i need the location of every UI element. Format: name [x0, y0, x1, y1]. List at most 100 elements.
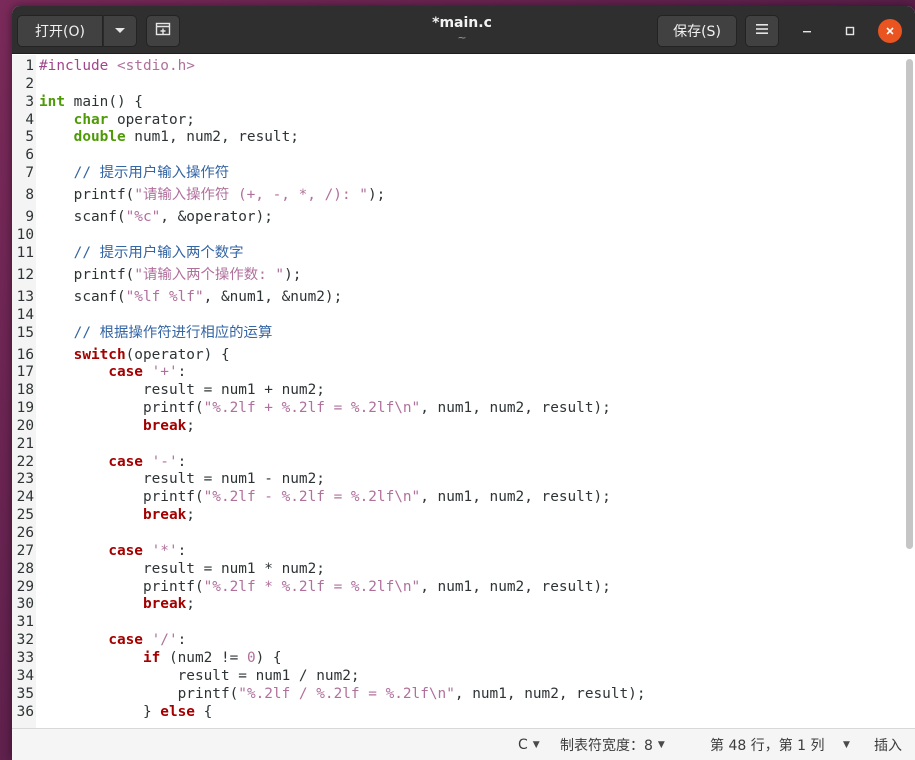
tab-width-selector[interactable]: 制表符宽度：8 ▼ — [560, 729, 665, 760]
new-tab-button[interactable] — [146, 15, 180, 47]
code-line[interactable]: 1 #include <stdio.h> — [12, 57, 902, 75]
open-recent-button[interactable] — [103, 15, 137, 47]
code-token: printf( — [39, 685, 239, 702]
code-token: int — [39, 93, 65, 110]
minimize-icon — [801, 22, 813, 41]
line-source: case '-': — [39, 453, 186, 471]
line-source: printf("%.2lf - %.2lf = %.2lf\n", num1, … — [39, 488, 611, 506]
code-token: result = num1 + num2; — [39, 382, 325, 399]
code-token: , &operator); — [160, 209, 273, 226]
code-line[interactable]: 30 break; — [12, 595, 902, 613]
code-line[interactable]: 36 } else { — [12, 703, 902, 721]
open-button[interactable]: 打开(O) — [17, 15, 103, 47]
line-source: result = num1 * num2; — [39, 560, 325, 578]
code-line[interactable]: 19 printf("%.2lf + %.2lf = %.2lf\n", num… — [12, 399, 902, 417]
code-line[interactable]: 31 — [12, 613, 902, 631]
code-line[interactable]: 20 break; — [12, 417, 902, 435]
code-line[interactable]: 23 result = num1 - num2; — [12, 470, 902, 488]
code-line[interactable]: 27 case '*': — [12, 542, 902, 560]
code-token: (operator) { — [125, 346, 230, 363]
code-token: "%.2lf + %.2lf = %.2lf\n" — [203, 400, 421, 417]
code-token: : — [177, 632, 187, 649]
maximize-button[interactable] — [838, 19, 862, 43]
code-line[interactable]: 4 char operator; — [12, 111, 902, 129]
code-line[interactable]: 9 scanf("%c", &operator); — [12, 208, 902, 226]
code-line[interactable]: 32 case '/': — [12, 631, 902, 649]
code-line[interactable]: 25 break; — [12, 506, 902, 524]
code-line[interactable]: 5 double num1, num2, result; — [12, 128, 902, 146]
code-token: { — [194, 703, 213, 720]
code-token: , num1, num2, result); — [420, 489, 611, 506]
cursor-position[interactable]: 第 48 行，第 1 列 — [710, 729, 825, 760]
code-token: , num1, num2, result); — [454, 685, 646, 702]
code-line[interactable]: 6 — [12, 146, 902, 164]
line-number: 36 — [16, 703, 34, 720]
code-line[interactable]: 22 case '-': — [12, 453, 902, 471]
go-to-line-dropdown[interactable]: ▼ — [838, 729, 850, 760]
line-source: switch(operator) { — [39, 346, 230, 364]
line-source: scanf("%lf %lf", &num1, &num2); — [39, 288, 343, 306]
line-source: if (num2 != 0) { — [39, 649, 282, 667]
code-line[interactable]: 12 printf("请输入两个操作数: "); — [12, 266, 902, 284]
code-line[interactable]: 10 — [12, 226, 902, 244]
code-token: printf( — [39, 187, 135, 204]
code-editor[interactable]: 1 #include <stdio.h> 2 3 int main() {4 char … — [12, 55, 915, 728]
line-source: // 根据操作符进行相应的运算 — [39, 324, 273, 342]
code-line[interactable]: 34 result = num1 / num2; — [12, 667, 902, 685]
open-button-label: 打开(O) — [35, 24, 85, 40]
code-line[interactable]: 28 result = num1 * num2; — [12, 560, 902, 578]
code-token: ; — [186, 417, 195, 434]
line-source: scanf("%c", &operator); — [39, 208, 273, 226]
line-source: break; — [39, 417, 195, 435]
line-source: break; — [39, 506, 195, 524]
code-line[interactable]: 15 // 根据操作符进行相应的运算 — [12, 324, 902, 342]
code-line[interactable]: 18 result = num1 + num2; — [12, 381, 902, 399]
line-source: printf("%.2lf / %.2lf = %.2lf\n", num1, … — [39, 685, 646, 703]
code-line[interactable]: 26 — [12, 524, 902, 542]
code-token: printf( — [39, 400, 204, 417]
code-line[interactable]: 21 — [12, 435, 902, 453]
close-button[interactable] — [878, 19, 902, 43]
line-number: 31 — [16, 614, 34, 631]
insert-mode-indicator[interactable]: 插入 — [874, 729, 902, 760]
code-line[interactable]: 29 printf("%.2lf * %.2lf = %.2lf\n", num… — [12, 578, 902, 596]
insert-mode-label: 插入 — [874, 737, 902, 754]
vertical-scrollbar[interactable] — [904, 55, 914, 728]
code-line[interactable]: 13 scanf("%lf %lf", &num1, &num2); — [12, 288, 902, 306]
code-token: case — [108, 364, 143, 381]
line-number: 26 — [16, 525, 34, 541]
code-line[interactable]: 8 printf("请输入操作符 (+, -, *, /): "); — [12, 186, 902, 204]
code-line[interactable]: 35 printf("%.2lf / %.2lf = %.2lf\n", num… — [12, 685, 902, 703]
save-button[interactable]: 保存(S) — [657, 15, 737, 47]
code-line[interactable]: 2 — [12, 75, 902, 93]
code-line[interactable]: 33 if (num2 != 0) { — [12, 649, 902, 667]
code-line[interactable]: 7 // 提示用户输入操作符 — [12, 164, 902, 182]
minimize-button[interactable] — [795, 19, 819, 43]
line-source: result = num1 / num2; — [39, 667, 360, 685]
line-source: int main() { — [39, 93, 143, 111]
code-line[interactable]: 14 — [12, 306, 902, 324]
code-token: ) { — [255, 649, 282, 666]
code-token: ); — [284, 266, 302, 283]
code-line[interactable]: 3 int main() { — [12, 93, 902, 111]
line-source: printf("%.2lf + %.2lf = %.2lf\n", num1, … — [39, 399, 611, 417]
code-line[interactable]: 17 case '+': — [12, 363, 902, 381]
language-selector[interactable]: C ▼ — [518, 729, 540, 760]
code-token: case — [108, 632, 143, 649]
line-number: 23 — [16, 471, 34, 488]
scrollbar-thumb[interactable] — [906, 59, 913, 549]
code-line[interactable]: 11 // 提示用户输入两个数字 — [12, 244, 902, 262]
code-token: 0 — [246, 649, 256, 666]
line-source: break; — [39, 595, 195, 613]
main-menu-button[interactable] — [745, 15, 779, 47]
line-number: 15 — [16, 324, 34, 341]
code-line[interactable]: 16 switch(operator) { — [12, 346, 902, 364]
cursor-position-label: 第 48 行，第 1 列 — [710, 737, 825, 754]
code-line[interactable]: 24 printf("%.2lf - %.2lf = %.2lf\n", num… — [12, 488, 902, 506]
line-number: 35 — [16, 685, 34, 702]
line-number: 4 — [25, 111, 34, 128]
